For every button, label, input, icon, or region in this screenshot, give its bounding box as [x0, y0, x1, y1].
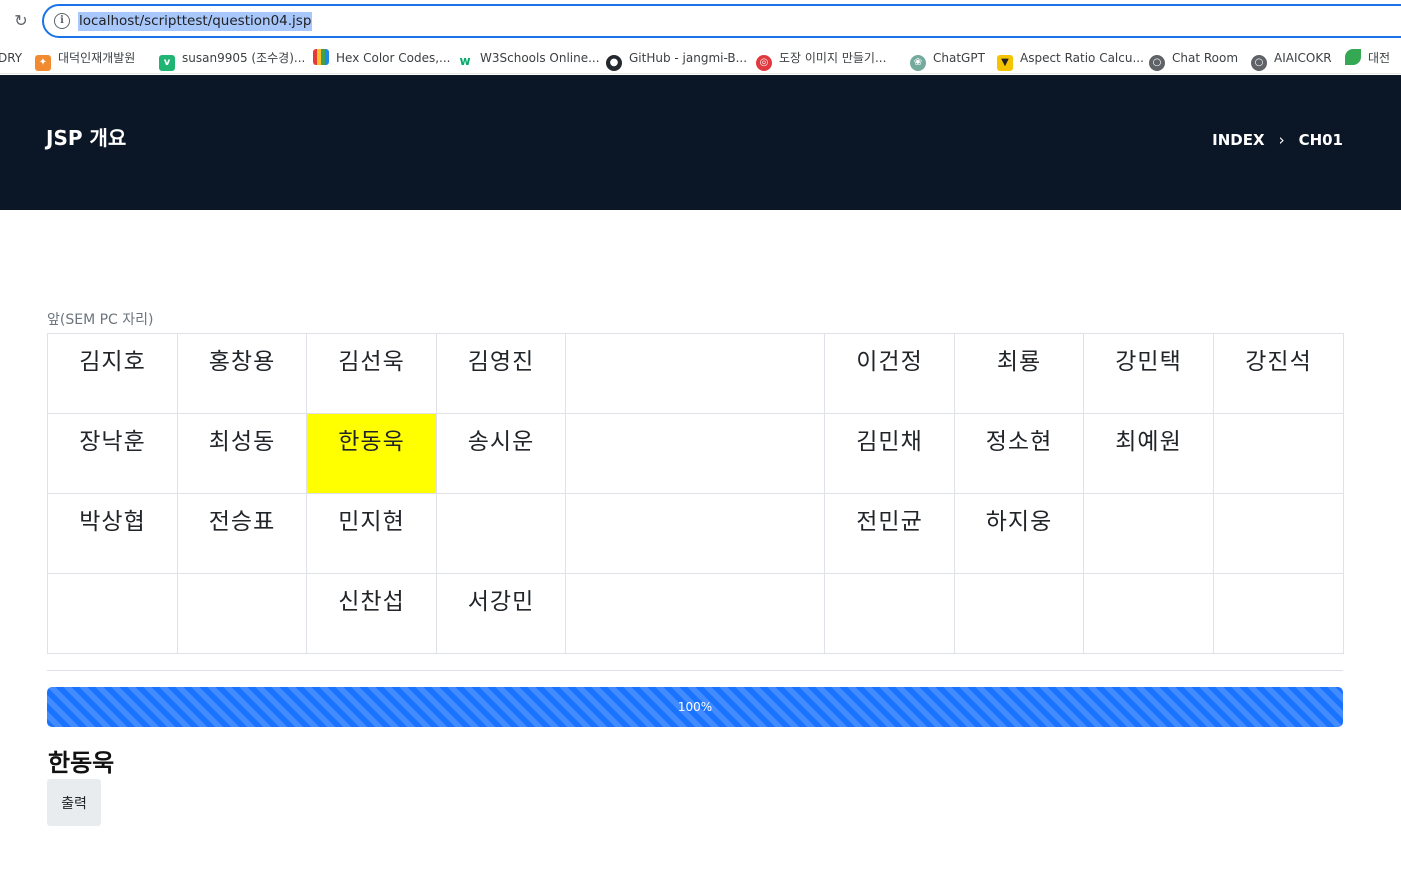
aspect-ratio-icon: ▼ [997, 55, 1013, 71]
seat-cell[interactable]: 박상협 [47, 493, 178, 574]
aisle-cell [565, 333, 825, 414]
aisle-cell [565, 493, 825, 574]
seat-cell[interactable]: 정소현 [954, 413, 1084, 494]
reload-icon[interactable]: ↻ [11, 11, 31, 31]
leaf-icon [1345, 49, 1361, 65]
seat-cell[interactable]: 전민균 [824, 493, 955, 574]
seat-cell[interactable]: 민지현 [306, 493, 437, 574]
bookmark-item[interactable]: v susan9905 (조수경)... [159, 48, 306, 71]
bookmark-label: DRY [0, 51, 23, 65]
browser-address-bar: ↻ i localhost/scripttest/question04.jsp [0, 0, 1401, 42]
bookmark-item[interactable]: ○ AIAICOKR [1251, 48, 1332, 71]
divider [47, 670, 1343, 671]
progress-track: 100% [47, 687, 1343, 727]
bookmark-item[interactable]: ▼ Aspect Ratio Calcu... [997, 48, 1144, 71]
bookmark-label: Chat Room [1172, 51, 1239, 65]
seat-row: 신찬섭 서강민 [47, 573, 1344, 654]
chatgpt-icon: ❀ [910, 55, 926, 71]
page-header: JSP 개요 INDEX › CH01 [0, 75, 1401, 210]
bookmark-label: susan9905 (조수경)... [182, 51, 306, 65]
bookmark-item[interactable]: Hex Color Codes,... [313, 48, 451, 68]
bookmark-item[interactable]: ✦ 대덕인재개발원 [35, 48, 136, 71]
seat-cell[interactable]: 김지호 [47, 333, 178, 414]
seat-cell[interactable]: 하지웅 [954, 493, 1084, 574]
stamp-icon: ◎ [756, 55, 772, 71]
chevron-right-icon: › [1278, 131, 1285, 149]
seat-row: 장낙훈 최성동 한동욱 송시운 김민채 정소현 최예원 [47, 413, 1344, 494]
bookmark-label: GitHub - jangmi-B... [629, 51, 748, 65]
selected-name: 한동욱 [48, 749, 115, 777]
breadcrumb-index[interactable]: INDEX [1212, 131, 1264, 149]
globe-icon: ○ [1251, 55, 1267, 71]
seat-cell[interactable]: 강진석 [1213, 333, 1344, 414]
seat-cell[interactable] [1083, 573, 1214, 654]
seat-row: 박상협 전승표 민지현 전민균 하지웅 [47, 493, 1344, 574]
seat-cell[interactable]: 최성동 [177, 413, 307, 494]
seat-cell[interactable]: 강민택 [1083, 333, 1214, 414]
seat-cell[interactable]: 김선욱 [306, 333, 437, 414]
site-info-icon[interactable]: i [54, 13, 70, 29]
seat-cell[interactable]: 최룡 [954, 333, 1084, 414]
bookmark-label: ChatGPT [933, 51, 985, 65]
progress-bar: 100% [47, 687, 1343, 727]
bookmark-label: Aspect Ratio Calcu... [1020, 51, 1144, 65]
seat-cell[interactable]: 김민채 [824, 413, 955, 494]
bookmark-item[interactable]: ● GitHub - jangmi-B... [606, 48, 748, 71]
omnibox[interactable]: i localhost/scripttest/question04.jsp [42, 4, 1401, 38]
aisle-cell [565, 573, 825, 654]
bookmark-label: AIAICOKR [1274, 51, 1332, 65]
bird-icon: ✦ [35, 55, 51, 71]
seat-cell[interactable] [1083, 493, 1214, 574]
print-button[interactable]: 출력 [47, 779, 101, 826]
bookmark-label: 대덕인재개발원 [58, 51, 136, 65]
seat-cell[interactable]: 송시운 [436, 413, 566, 494]
color-bars-icon [313, 49, 329, 65]
bookmark-label: Hex Color Codes,... [336, 51, 451, 65]
seat-cell[interactable]: 서강민 [436, 573, 566, 654]
v-icon: v [159, 55, 175, 71]
bookmarks-bar: DRY ✦ 대덕인재개발원 v susan9905 (조수경)... Hex Col… [0, 42, 1401, 74]
seat-cell[interactable]: 한동욱 [306, 413, 437, 494]
seat-cell[interactable] [47, 573, 178, 654]
seating-table: 김지호 홍창용 김선욱 김영진 이건정 최룡 강민택 강진석장낙훈 최성동 한동욱 송시운 김민채 정소… [47, 333, 1344, 654]
seat-cell[interactable]: 김영진 [436, 333, 566, 414]
github-icon: ● [606, 55, 622, 71]
url-text[interactable]: localhost/scripttest/question04.jsp [78, 12, 313, 31]
front-label: 앞(SEM PC 자리) [47, 312, 154, 328]
bookmark-label: W3Schools Online... [480, 51, 600, 65]
aisle-cell [565, 413, 825, 494]
seat-cell[interactable] [1213, 573, 1344, 654]
globe-icon: ○ [1149, 55, 1165, 71]
seat-cell[interactable]: 전승표 [177, 493, 307, 574]
seat-cell[interactable] [824, 573, 955, 654]
page-title: JSP 개요 [46, 126, 127, 150]
seat-cell[interactable]: 신찬섭 [306, 573, 437, 654]
seat-cell[interactable]: 최예원 [1083, 413, 1214, 494]
w3-icon: w [457, 53, 473, 69]
seat-row: 김지호 홍창용 김선욱 김영진 이건정 최룡 강민택 강진석 [47, 333, 1344, 414]
seat-cell[interactable]: 홍창용 [177, 333, 307, 414]
seat-cell[interactable]: 장낙훈 [47, 413, 178, 494]
bookmark-item[interactable]: ○ Chat Room [1149, 48, 1239, 71]
seat-cell[interactable] [1213, 413, 1344, 494]
bookmark-item[interactable]: w W3Schools Online... [457, 48, 600, 69]
seat-cell[interactable]: 이건정 [824, 333, 955, 414]
breadcrumb-current: CH01 [1298, 131, 1343, 149]
bookmark-item[interactable]: ❀ ChatGPT [910, 48, 985, 71]
seat-cell[interactable] [1213, 493, 1344, 574]
breadcrumb: INDEX › CH01 [1212, 130, 1343, 150]
bookmark-label: 도장 이미지 만들기... [779, 51, 887, 65]
bookmark-label: 대전 [1368, 51, 1391, 65]
seat-cell[interactable] [436, 493, 566, 574]
seat-cell[interactable] [954, 573, 1084, 654]
seat-cell[interactable] [177, 573, 307, 654]
bookmark-item[interactable]: DRY [0, 48, 22, 68]
bookmark-item[interactable]: 대전 [1345, 48, 1390, 68]
bookmark-item[interactable]: ◎ 도장 이미지 만들기... [756, 48, 887, 71]
